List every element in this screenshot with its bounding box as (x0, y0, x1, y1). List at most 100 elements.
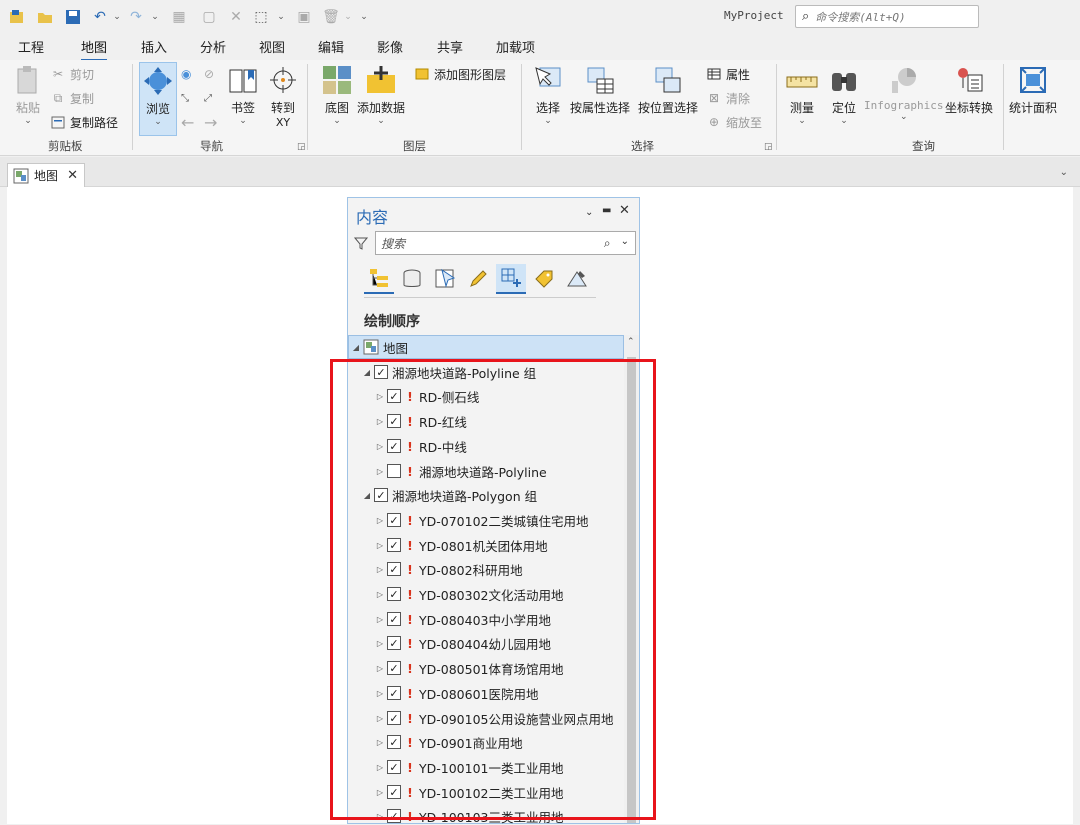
tab-project[interactable]: 工程 (18, 37, 44, 59)
expand-triangle-icon[interactable]: ▷ (375, 442, 385, 451)
layer-node[interactable]: ▷✓!YD-080302文化活动用地 (348, 582, 624, 606)
clear-selection-button[interactable]: ⊠ 清除 (706, 88, 750, 108)
bookmarks-button[interactable]: 书签 ⌄ (227, 64, 259, 126)
visibility-checkbox[interactable]: ✓ (374, 365, 388, 379)
layer-node[interactable]: ▷✓!YD-080404幼儿园用地 (348, 631, 624, 655)
attributes-button[interactable]: 属性 (706, 64, 750, 84)
select-button[interactable]: 选择 ⌄ (532, 64, 564, 126)
group-layer-node[interactable]: ◢✓湘源地块道路-Polyline 组 (348, 360, 624, 384)
edit-icon[interactable]: ▢ (200, 7, 218, 27)
expand-triangle-icon[interactable]: ▷ (375, 763, 385, 772)
layer-node[interactable]: ▷✓!RD-中线 (348, 434, 624, 458)
visibility-checkbox[interactable]: ✓ (387, 760, 401, 774)
tab-addins[interactable]: 加载项 (496, 37, 535, 59)
broken-data-source-warning-icon[interactable]: ! (405, 711, 415, 726)
expand-triangle-icon[interactable]: ▷ (375, 788, 385, 797)
broken-data-source-warning-icon[interactable]: ! (405, 513, 415, 528)
broken-data-source-warning-icon[interactable]: ! (405, 439, 415, 454)
list-by-data-source-icon[interactable] (397, 264, 427, 294)
expand-triangle-icon[interactable]: ▷ (375, 664, 385, 673)
layer-node[interactable]: ▷✓!YD-0802科研用地 (348, 557, 624, 581)
broken-data-source-warning-icon[interactable]: ! (405, 785, 415, 800)
visibility-checkbox[interactable]: ✓ (387, 538, 401, 552)
expand-triangle-icon[interactable]: ▷ (375, 541, 385, 550)
list-by-snapping-icon[interactable] (496, 264, 526, 294)
delete-icon[interactable]: 🗑 (323, 7, 339, 27)
layer-node[interactable]: ▷✓!YD-100102二类工业用地 (348, 780, 624, 804)
visibility-checkbox[interactable]: ✓ (387, 735, 401, 749)
new-project-icon[interactable] (8, 7, 26, 27)
export-icon[interactable]: ▣ (295, 7, 313, 27)
command-search-input[interactable]: ⌕ 命令搜索(Alt+Q) (795, 5, 979, 28)
expand-triangle-icon[interactable]: ▷ (375, 392, 385, 401)
collapse-triangle-icon[interactable]: ◢ (362, 368, 372, 377)
layer-node[interactable]: ▷✓!YD-080501体育场馆用地 (348, 656, 624, 680)
map-node[interactable]: ◢ 地图 (348, 335, 624, 359)
expand-triangle-icon[interactable]: ▷ (375, 639, 385, 648)
broken-data-source-warning-icon[interactable]: ! (405, 538, 415, 553)
close-pane-icon[interactable]: ✕ (619, 203, 630, 218)
broken-data-source-warning-icon[interactable]: ! (405, 735, 415, 750)
visibility-checkbox[interactable]: ✓ (387, 587, 401, 601)
expand-triangle-icon[interactable]: ▷ (375, 516, 385, 525)
maximize-pane-icon[interactable]: ▬ (602, 205, 611, 216)
fixed-zoom-out-icon[interactable]: ⤢ (204, 88, 222, 108)
explore-button[interactable]: 浏览 ⌄ (139, 62, 177, 136)
tab-edit[interactable]: 编辑 (318, 37, 344, 59)
tab-list-chevron-down-icon[interactable]: ⌄ (1060, 167, 1068, 178)
table-icon[interactable]: ▦ (170, 7, 188, 27)
layer-tree-scrollbar[interactable]: ⌃ (624, 335, 639, 823)
tab-insert[interactable]: 插入 (141, 37, 167, 59)
select-by-location-button[interactable]: 按位置选择 (638, 64, 698, 116)
tab-map[interactable]: 地图 (81, 37, 107, 61)
add-data-button[interactable]: 添加数据 ⌄ (357, 64, 405, 126)
map-view-tab[interactable]: 地图 ✕ (7, 163, 85, 187)
visibility-checkbox[interactable]: ✓ (387, 389, 401, 403)
redo-dropdown-icon[interactable]: ⌄ (150, 7, 160, 27)
convert-coordinates-button[interactable]: 坐标转换 (945, 64, 993, 116)
copy-path-button[interactable]: 复制路径 (50, 112, 118, 132)
tab-share[interactable]: 共享 (437, 37, 463, 59)
tab-imagery[interactable]: 影像 (377, 37, 403, 59)
layer-node[interactable]: ▷✓!YD-080403中小学用地 (348, 607, 624, 631)
go-to-xy-button[interactable]: 转到 XY (267, 64, 299, 129)
broken-data-source-warning-icon[interactable]: ! (405, 587, 415, 602)
layer-node[interactable]: ▷✓!RD-红线 (348, 409, 624, 433)
expand-triangle-icon[interactable]: ▷ (375, 417, 385, 426)
layer-node[interactable]: ▷✓!RD-侧石线 (348, 384, 624, 408)
cut-button[interactable]: ✂ 剪切 (50, 64, 94, 84)
infographics-button[interactable]: Infographics ⌄ (864, 64, 943, 122)
close-icon[interactable]: ✕ (229, 7, 243, 27)
broken-data-source-warning-icon[interactable]: ! (405, 464, 415, 479)
save-project-icon[interactable] (64, 7, 82, 27)
measure-button[interactable]: 测量 ⌄ (786, 64, 818, 126)
broken-data-source-warning-icon[interactable]: ! (405, 686, 415, 701)
broken-data-source-warning-icon[interactable]: ! (405, 612, 415, 627)
tab-analysis[interactable]: 分析 (200, 37, 226, 59)
expand-triangle-icon[interactable]: ▷ (375, 615, 385, 624)
layer-node[interactable]: ▷✓!YD-0901商业用地 (348, 730, 624, 754)
undo-dropdown-icon[interactable]: ⌄ (112, 7, 122, 27)
visibility-checkbox[interactable]: ✓ (387, 686, 401, 700)
list-by-perspective-imagery-icon[interactable] (562, 264, 592, 294)
locate-button[interactable]: 定位 ⌄ (828, 64, 860, 126)
expand-triangle-icon[interactable]: ▷ (375, 467, 385, 476)
select-by-attributes-button[interactable]: 按属性选择 (570, 64, 630, 116)
broken-data-source-warning-icon[interactable]: ! (405, 414, 415, 429)
broken-data-source-warning-icon[interactable]: ! (405, 809, 415, 824)
summarize-area-button[interactable]: 统计面积 (1009, 64, 1057, 116)
list-by-editing-icon[interactable] (463, 264, 493, 294)
expand-triangle-icon[interactable]: ▷ (375, 738, 385, 747)
pane-options-chevron-down-icon[interactable]: ⌄ (585, 207, 593, 218)
selection-launcher-icon[interactable]: ◲ (764, 142, 773, 152)
visibility-checkbox[interactable]: ✓ (387, 612, 401, 626)
layer-node[interactable]: ▷✓!YD-080601医院用地 (348, 681, 624, 705)
select-tool-icon[interactable]: ⬚ (252, 7, 270, 27)
full-extent-icon[interactable]: ◉ (181, 64, 199, 84)
paste-button[interactable]: 粘贴 ⌄ (12, 64, 44, 126)
layer-node[interactable]: ▷✓!YD-0801机关团体用地 (348, 533, 624, 557)
broken-data-source-warning-icon[interactable]: ! (405, 636, 415, 651)
navigate-launcher-icon[interactable]: ◲ (297, 142, 306, 152)
visibility-checkbox[interactable]: ✓ (387, 513, 401, 527)
visibility-checkbox[interactable]: ✓ (387, 809, 401, 823)
